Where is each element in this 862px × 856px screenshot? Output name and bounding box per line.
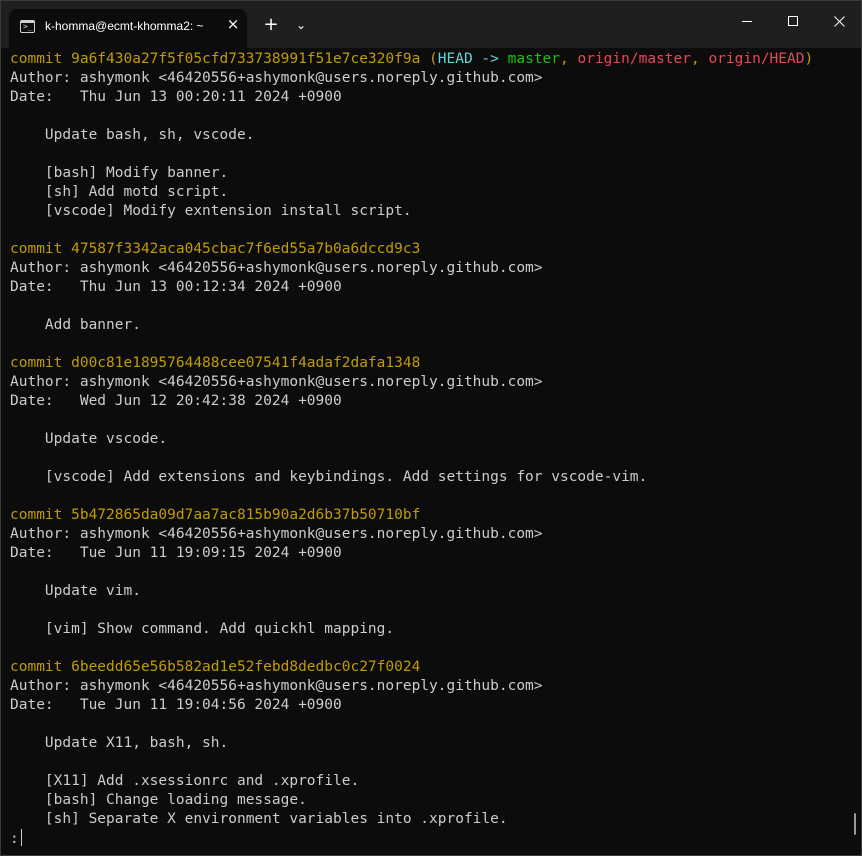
date-line: Date: Tue Jun 11 19:04:56 2024 +0900 — [10, 697, 342, 713]
message-line: [vim] Show command. Add quickhl mapping. — [10, 621, 395, 637]
commit-line: commit 5b472865da09d7aa7ac815b90a2d6b37b… — [10, 506, 861, 525]
message-line — [10, 753, 861, 772]
commit-label: commit — [10, 355, 72, 371]
message-line: [vscode] Modify exntension install scrip… — [10, 203, 412, 219]
commit-label: commit — [10, 659, 72, 675]
date-line: Date: Tue Jun 11 19:09:15 2024 +0900 — [10, 545, 342, 561]
chevron-down-icon[interactable]: ⌄ — [290, 13, 312, 37]
message-line: Update bash, sh, vscode. — [10, 127, 255, 143]
refs-close-paren: ) — [804, 51, 814, 67]
author-line: Author: ashymonk <46420556+ashymonk@user… — [10, 374, 543, 390]
close-window-button[interactable] — [816, 7, 861, 37]
remote-ref: origin/HEAD — [708, 51, 805, 67]
date-line: Date: Thu Jun 13 00:12:34 2024 +0900 — [10, 279, 342, 295]
refs-separator: , — [560, 51, 578, 67]
head-ref: HEAD -> — [437, 51, 508, 67]
commit-line: commit 47587f3342aca045cbac7f6ed55a7b0a6… — [10, 240, 861, 259]
date-line: Date: Wed Jun 12 20:42:38 2024 +0900 — [10, 393, 342, 409]
commit-hash: d00c81e1895764488cee07541f4adaf2dafa1348 — [71, 355, 421, 371]
commit-hash: 6beedd65e56b582ad1e52febd8dedbc0c27f0024 — [71, 659, 421, 675]
refs-open-paren: ( — [420, 51, 438, 67]
message-line — [10, 601, 861, 620]
refs-separator: , — [690, 51, 709, 67]
branch-ref: master — [507, 51, 561, 67]
message-line: Update vim. — [10, 583, 141, 599]
terminal-icon: >_ — [20, 20, 35, 33]
terminal-window: >_ k-homma@ecmt-khomma2: ~ × + ⌄ commit … — [0, 0, 862, 856]
message-line: [bash] Change loading message. — [10, 792, 307, 808]
text-cursor — [20, 829, 22, 846]
title-bar: >_ k-homma@ecmt-khomma2: ~ × + ⌄ — [1, 1, 861, 48]
close-icon — [834, 16, 845, 27]
commit-line: commit d00c81e1895764488cee07541f4adaf2d… — [10, 354, 861, 373]
minimize-button[interactable] — [724, 7, 770, 37]
message-line: [X11] Add .xsessionrc and .xprofile. — [10, 773, 360, 789]
date-line: Date: Thu Jun 13 00:20:11 2024 +0900 — [10, 89, 342, 105]
scrollbar[interactable] — [854, 813, 856, 835]
commit-label: commit — [10, 507, 72, 523]
message-line: [sh] Add motd script. — [10, 184, 229, 200]
terminal-tab[interactable]: >_ k-homma@ecmt-khomma2: ~ × — [9, 9, 247, 48]
author-line: Author: ashymonk <46420556+ashymonk@user… — [10, 260, 543, 276]
message-line: [sh] Separate X environment variables in… — [10, 811, 508, 827]
pager-prompt-text: : — [10, 831, 19, 847]
author-line: Author: ashymonk <46420556+ashymonk@user… — [10, 526, 543, 542]
maximize-button[interactable] — [770, 7, 816, 37]
author-line: Author: ashymonk <46420556+ashymonk@user… — [10, 70, 543, 86]
commit-label: commit — [10, 51, 72, 67]
commit-line: commit 9a6f430a27f5f05cfd733738991f51e7c… — [10, 50, 861, 69]
message-line — [10, 145, 861, 164]
tab-close-icon[interactable]: × — [225, 16, 241, 32]
commit-label: commit — [10, 241, 72, 257]
message-line: Update X11, bash, sh. — [10, 735, 229, 751]
commit-hash: 9a6f430a27f5f05cfd733738991f51e7ce320f9a — [71, 51, 421, 67]
message-line: Update vscode. — [10, 431, 168, 447]
message-line: [bash] Modify banner. — [10, 165, 229, 181]
terminal-output[interactable]: commit 9a6f430a27f5f05cfd733738991f51e7c… — [1, 48, 861, 855]
message-line: [vscode] Add extensions and keybindings.… — [10, 469, 648, 485]
commit-hash: 5b472865da09d7aa7ac815b90a2d6b37b50710bf — [71, 507, 421, 523]
tab-title: k-homma@ecmt-khomma2: ~ — [45, 19, 204, 33]
commit-hash: 47587f3342aca045cbac7f6ed55a7b0a6dccd9c3 — [71, 241, 421, 257]
commit-line: commit 6beedd65e56b582ad1e52febd8dedbc0c… — [10, 658, 861, 677]
new-tab-button[interactable]: + — [260, 13, 282, 37]
remote-ref: origin/master — [577, 51, 691, 67]
message-line: Add banner. — [10, 317, 141, 333]
pager-prompt: : — [10, 829, 861, 848]
message-line — [10, 449, 861, 468]
author-line: Author: ashymonk <46420556+ashymonk@user… — [10, 678, 543, 694]
